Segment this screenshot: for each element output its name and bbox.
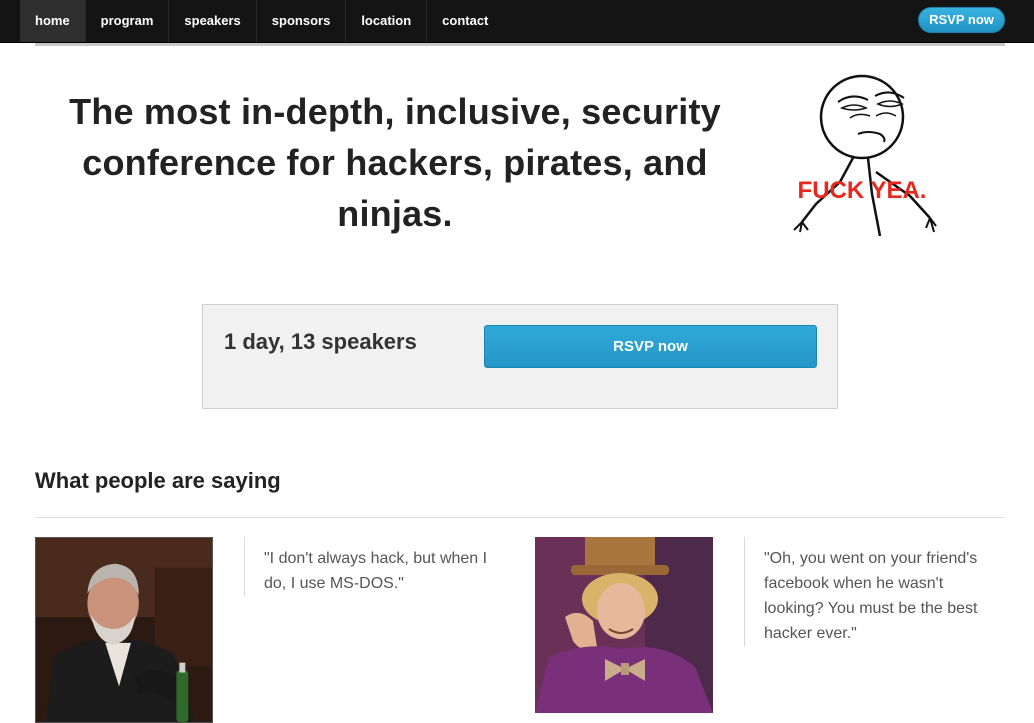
- nav-rsvp-button[interactable]: RSVP now: [918, 7, 1005, 33]
- rsvp-callout-box: 1 day, 13 speakers RSVP now: [202, 304, 838, 409]
- nav-item-home[interactable]: home: [20, 0, 86, 42]
- meme-caption: FUCK YEA.: [798, 177, 927, 204]
- top-navbar: home program speakers sponsors location …: [0, 0, 1034, 43]
- callout-summary-text: 1 day, 13 speakers: [224, 329, 417, 354]
- hero-title: The most in-depth, inclusive, security c…: [69, 91, 721, 234]
- nav-item-sponsors[interactable]: sponsors: [257, 0, 347, 42]
- nav-shadow-divider: [35, 43, 1005, 46]
- testimonial-quote-2: "Oh, you went on your friend's facebook …: [744, 537, 1004, 646]
- callout-rsvp-button[interactable]: RSVP now: [484, 325, 817, 368]
- nav-item-program[interactable]: program: [86, 0, 170, 42]
- testimonial-photo-most-interesting-man: [35, 537, 213, 723]
- nav-item-contact[interactable]: contact: [427, 0, 503, 42]
- nav-item-speakers[interactable]: speakers: [169, 0, 257, 42]
- nav-item-location[interactable]: location: [346, 0, 428, 42]
- testimonial-photo-wonka: [535, 537, 713, 713]
- main-nav: home program speakers sponsors location …: [20, 0, 503, 43]
- testimonial-quote-1: "I don't always hack, but when I do, I u…: [244, 537, 504, 596]
- section-divider: [35, 517, 1005, 518]
- fuck-yea-meme-image: FUCK YEA.: [793, 74, 937, 237]
- testimonials-heading: What people are saying: [35, 468, 281, 493]
